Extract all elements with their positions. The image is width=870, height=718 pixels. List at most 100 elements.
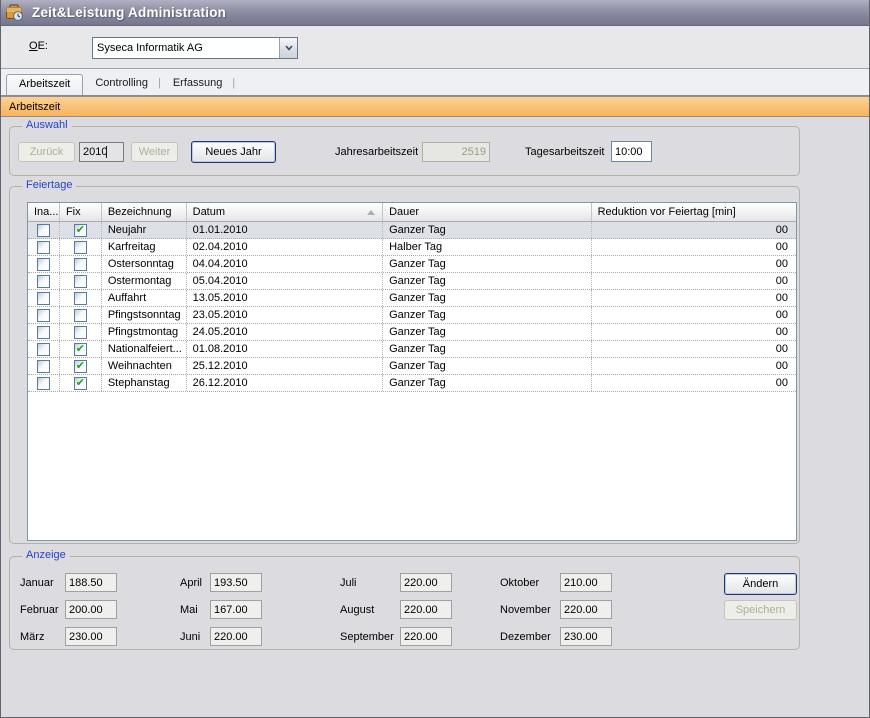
checkbox-cell: [60, 307, 102, 323]
cell-datum: 01.08.2010: [187, 341, 383, 357]
month-value-field: 210.00: [560, 573, 612, 592]
checkbox-cell: ✔: [60, 341, 102, 357]
checkbox-cell: [28, 307, 60, 323]
inaktiv-checkbox[interactable]: [37, 360, 50, 373]
combobox-dropdown-button[interactable]: [279, 38, 297, 58]
checkbox-cell: ✔: [60, 358, 102, 374]
cell-datum: 01.01.2010: [187, 222, 383, 238]
month-row: Oktober210.00: [500, 573, 612, 592]
oe-label: OE:: [29, 40, 48, 52]
oe-combobox[interactable]: Syseca Informatik AG: [92, 37, 298, 59]
zurueck-button[interactable]: Zurück: [18, 142, 75, 162]
tab-controlling[interactable]: Controlling: [83, 74, 158, 95]
weiter-button[interactable]: Weiter: [131, 142, 178, 162]
table-row[interactable]: Karfreitag02.04.2010Halber Tag00: [28, 239, 796, 256]
column-header-ina[interactable]: Ina...: [28, 203, 60, 222]
cell-reduktion: 00: [592, 375, 796, 391]
fix-checkbox[interactable]: ✔: [74, 224, 87, 237]
month-row: Februar200.00: [20, 600, 117, 619]
fix-checkbox[interactable]: [74, 326, 87, 339]
checkbox-cell: ✔: [60, 222, 102, 238]
check-icon: ✔: [76, 225, 85, 236]
jahresarbeitszeit-field: 2519: [422, 142, 490, 162]
oe-panel: OE: Syseca Informatik AG: [1, 26, 870, 69]
checkbox-cell: [28, 239, 60, 255]
table-row[interactable]: Ostersonntag04.04.2010Ganzer Tag00: [28, 256, 796, 273]
inaktiv-checkbox[interactable]: [37, 309, 50, 322]
fix-checkbox[interactable]: [74, 258, 87, 271]
table-row[interactable]: ✔Nationalfeiert...01.08.2010Ganzer Tag00: [28, 341, 796, 358]
cell-datum: 02.04.2010: [187, 239, 383, 255]
month-row: Mai167.00: [180, 600, 262, 619]
jahresarbeitszeit-label: Jahresarbeitszeit: [335, 142, 418, 162]
oe-selected-value: Syseca Informatik AG: [93, 42, 279, 54]
month-value-field: 200.00: [65, 600, 117, 619]
table-row[interactable]: Ostermontag05.04.2010Ganzer Tag00: [28, 273, 796, 290]
table-row[interactable]: ✔Stephanstag26.12.2010Ganzer Tag00: [28, 375, 796, 392]
fix-checkbox[interactable]: [74, 241, 87, 254]
column-header-red[interactable]: Reduktion vor Feiertag [min]: [592, 203, 796, 222]
cell-dauer: Ganzer Tag: [383, 324, 591, 340]
anzeige-col-4: Oktober210.00November220.00Dezember230.0…: [500, 573, 612, 654]
month-label: Juni: [180, 631, 210, 643]
month-value-field: 230.00: [65, 627, 117, 646]
feiertage-table: Ina...Fix Bezeichnung DatumDauer Reduktion …: [27, 202, 797, 541]
inaktiv-checkbox[interactable]: [37, 326, 50, 339]
column-header-datum[interactable]: Datum: [187, 203, 383, 222]
month-label: Dezember: [500, 631, 560, 643]
month-label: Januar: [20, 577, 65, 589]
year-input[interactable]: 2010: [79, 142, 124, 162]
checkbox-cell: [60, 273, 102, 289]
tagesarbeitszeit-value: 10:00: [615, 146, 643, 158]
cell-datum: 13.05.2010: [187, 290, 383, 306]
neues-jahr-button[interactable]: Neues Jahr: [191, 141, 276, 163]
anzeige-group-label: Anzeige: [22, 549, 70, 561]
inaktiv-checkbox[interactable]: [37, 258, 50, 271]
table-row[interactable]: Pfingstmontag24.05.2010Ganzer Tag00: [28, 324, 796, 341]
fix-checkbox[interactable]: ✔: [74, 377, 87, 390]
tagesarbeitszeit-label: Tagesarbeitszeit: [525, 142, 605, 162]
table-row[interactable]: Auffahrt13.05.2010Ganzer Tag00: [28, 290, 796, 307]
cell-bezeichnung: Pfingstsonntag: [102, 307, 187, 323]
inaktiv-checkbox[interactable]: [37, 275, 50, 288]
inaktiv-checkbox[interactable]: [37, 224, 50, 237]
cell-reduktion: 00: [592, 290, 796, 306]
month-row: April193.50: [180, 573, 262, 592]
tagesarbeitszeit-input[interactable]: 10:00: [611, 141, 652, 162]
cell-datum: 04.04.2010: [187, 256, 383, 272]
speichern-button[interactable]: Speichern: [724, 600, 797, 620]
fix-checkbox[interactable]: ✔: [74, 343, 87, 356]
feiertage-group-label: Feiertage: [22, 179, 76, 191]
fix-checkbox[interactable]: [74, 309, 87, 322]
inaktiv-checkbox[interactable]: [37, 241, 50, 254]
checkbox-cell: [60, 290, 102, 306]
column-header-label: Reduktion vor Feiertag [min]: [598, 206, 736, 218]
tab-erfassung[interactable]: Erfassung: [161, 74, 233, 95]
aendern-button[interactable]: Ändern: [724, 573, 797, 595]
table-row[interactable]: ✔Weihnachten25.12.2010Ganzer Tag00: [28, 358, 796, 375]
checkbox-cell: [28, 256, 60, 272]
table-row[interactable]: Pfingstsonntag23.05.2010Ganzer Tag00: [28, 307, 796, 324]
checkbox-cell: [28, 324, 60, 340]
fix-checkbox[interactable]: [74, 292, 87, 305]
jahresarbeitszeit-value: 2519: [462, 146, 486, 158]
year-value: 2010: [83, 146, 107, 158]
column-header-dauer[interactable]: Dauer: [383, 203, 591, 222]
cell-dauer: Ganzer Tag: [383, 307, 591, 323]
check-icon: ✔: [76, 344, 85, 355]
section-header-bar: Arbeitszeit: [1, 96, 870, 117]
month-value-field: 188.50: [65, 573, 117, 592]
column-header-bez[interactable]: Bezeichnung: [102, 203, 187, 222]
table-row[interactable]: ✔Neujahr01.01.2010Ganzer Tag00: [28, 222, 796, 239]
column-header-label: Bezeichnung: [108, 206, 172, 218]
cell-reduktion: 00: [592, 307, 796, 323]
check-icon: ✔: [76, 361, 85, 372]
tab-arbeitszeit[interactable]: Arbeitszeit: [6, 74, 83, 95]
cell-dauer: Ganzer Tag: [383, 256, 591, 272]
fix-checkbox[interactable]: ✔: [74, 360, 87, 373]
inaktiv-checkbox[interactable]: [37, 292, 50, 305]
fix-checkbox[interactable]: [74, 275, 87, 288]
inaktiv-checkbox[interactable]: [37, 377, 50, 390]
inaktiv-checkbox[interactable]: [37, 343, 50, 356]
column-header-fix[interactable]: Fix: [60, 203, 102, 222]
